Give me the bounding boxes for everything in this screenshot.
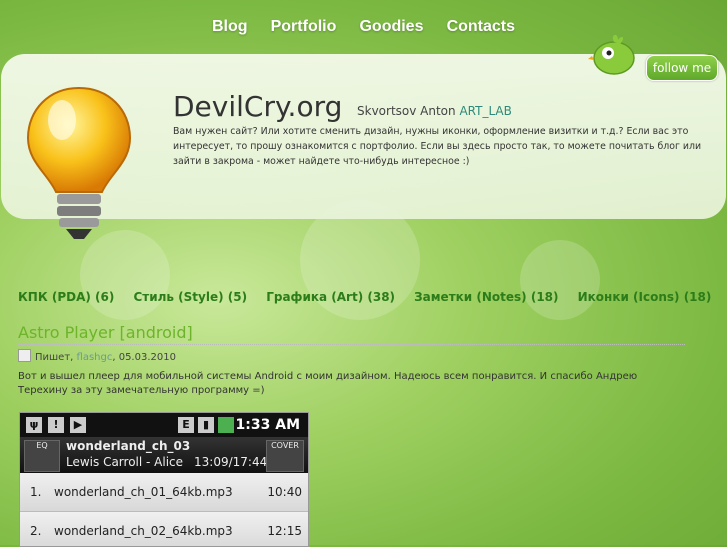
play-icon: ▶ bbox=[70, 417, 86, 433]
track-name: wonderland_ch_02_64kb.mp3 bbox=[54, 524, 233, 538]
site-intro: Вам нужен сайт? Или хотите сменить дизай… bbox=[173, 126, 702, 167]
post-author-link[interactable]: flashgc bbox=[77, 352, 113, 363]
category-notes[interactable]: Заметки (Notes) (18) bbox=[414, 290, 558, 304]
post-date: , 05.03.2010 bbox=[112, 352, 176, 363]
track-number: 1. bbox=[30, 485, 42, 499]
nav-portfolio[interactable]: Portfolio bbox=[271, 18, 337, 36]
phone-status-bar: ψ ! ▶ E ▮ 1:33 AM bbox=[20, 413, 308, 437]
eq-button[interactable]: EQ bbox=[24, 440, 60, 472]
now-playing-time: 13:09/17:44 bbox=[194, 455, 268, 469]
nav-contacts[interactable]: Contacts bbox=[447, 18, 515, 36]
calendar-icon bbox=[18, 349, 31, 362]
category-list: КПК (PDA) (6) Стиль (Style) (5) Графика … bbox=[18, 286, 725, 305]
cover-button[interactable]: COVER bbox=[266, 440, 304, 472]
category-style[interactable]: Стиль (Style) (5) bbox=[133, 290, 247, 304]
site-author: Skvortsov Anton ART_LAB bbox=[357, 104, 512, 118]
track-row[interactable]: 2. wonderland_ch_02_64kb.mp3 12:15 bbox=[20, 512, 308, 546]
post-body: Вот и вышел плеер для мобильной системы … bbox=[18, 371, 638, 396]
track-row[interactable]: 1. wonderland_ch_01_64kb.mp3 10:40 bbox=[20, 473, 308, 512]
category-icons[interactable]: Иконки (Icons) (18) bbox=[578, 290, 712, 304]
post-divider bbox=[18, 344, 685, 345]
site-title[interactable]: DevilCry.org bbox=[173, 90, 342, 123]
track-duration: 12:15 bbox=[267, 524, 302, 538]
now-playing-artist: Lewis Carroll - Alice bbox=[66, 455, 184, 469]
follow-me-button[interactable]: follow me bbox=[646, 55, 718, 81]
network-icon: E bbox=[178, 417, 194, 433]
battery-icon bbox=[218, 417, 234, 433]
cover-label: COVER bbox=[271, 441, 299, 450]
usb-icon: ψ bbox=[26, 417, 42, 433]
author-name: Skvortsov Anton bbox=[357, 104, 456, 118]
lightbulb-logo-icon bbox=[26, 86, 132, 239]
nav-blog[interactable]: Blog bbox=[212, 18, 248, 36]
track-name: wonderland_ch_01_64kb.mp3 bbox=[54, 485, 233, 499]
warning-icon: ! bbox=[48, 417, 64, 433]
now-playing-bar: EQ wonderland_ch_03 Lewis Carroll - Alic… bbox=[20, 437, 308, 473]
phone-clock: 1:33 AM bbox=[235, 417, 300, 433]
post-title[interactable]: Astro Player [android] bbox=[18, 323, 193, 342]
category-art[interactable]: Графика (Art) (38) bbox=[266, 290, 395, 304]
art-lab-link[interactable]: ART_LAB bbox=[459, 104, 511, 118]
background-bokeh bbox=[520, 240, 600, 320]
nav-goodies[interactable]: Goodies bbox=[359, 18, 423, 36]
eq-label: EQ bbox=[36, 441, 48, 450]
track-number: 2. bbox=[30, 524, 42, 538]
category-pda[interactable]: КПК (PDA) (6) bbox=[18, 290, 114, 304]
track-duration: 10:40 bbox=[267, 485, 302, 499]
post-meta: Пишет, flashgc, 05.03.2010 bbox=[18, 349, 176, 363]
player-screenshot: ψ ! ▶ E ▮ 1:33 AM EQ wonderland_ch_03 Le… bbox=[19, 412, 309, 547]
signal-icon: ▮ bbox=[198, 417, 214, 433]
meta-prefix: Пишет, bbox=[35, 352, 74, 363]
twitter-bird-icon bbox=[588, 34, 635, 75]
now-playing-title: wonderland_ch_03 bbox=[66, 439, 191, 453]
